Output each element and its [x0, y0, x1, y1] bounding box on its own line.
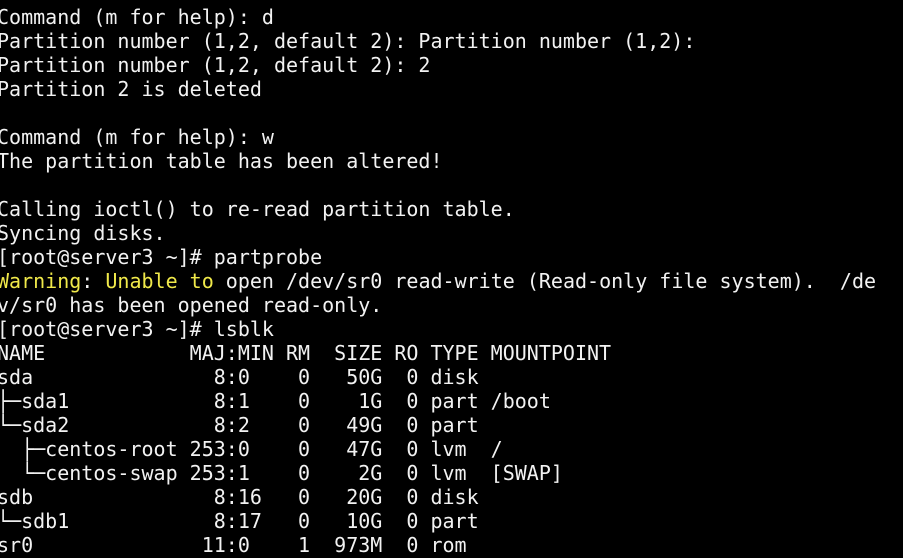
terminal-text: └─sda2 8:2 0 49G 0 part — [0, 413, 479, 437]
terminal-line: [root@server3 ~]# partprobe — [0, 245, 903, 269]
terminal-line: Command (m for help): w — [0, 125, 903, 149]
terminal-line: sr0 11:0 1 973M 0 rom — [0, 533, 903, 557]
terminal-text: [root@server3 ~]# partprobe — [0, 245, 323, 269]
terminal-text: Partition number (1,2, default 2): 2 — [0, 53, 431, 77]
terminal-text: sdb 8:16 0 20G 0 disk — [0, 485, 479, 509]
terminal-text: └─sdb1 8:17 0 10G 0 part — [0, 509, 479, 533]
terminal-text: Command (m for help): w — [0, 125, 274, 149]
terminal-text: Command (m for help): d — [0, 5, 274, 29]
terminal-text: ├─centos-root 253:0 0 47G 0 lvm / — [0, 437, 503, 461]
terminal-line: Partition number (1,2, default 2): 2 — [0, 53, 903, 77]
terminal-line: NAME MAJ:MIN RM SIZE RO TYPE MOUNTPOINT — [0, 341, 903, 365]
terminal-line: [root@server3 ~]# lsblk — [0, 317, 903, 341]
terminal-line: Syncing disks. — [0, 221, 903, 245]
terminal-line: └─sda2 8:2 0 49G 0 part — [0, 413, 903, 437]
warning-text: Unable to — [105, 269, 214, 293]
terminal-line: Warning: Unable to open /dev/sr0 read-wr… — [0, 269, 903, 293]
terminal-line: Calling ioctl() to re-read partition tab… — [0, 197, 903, 221]
terminal-line: sdb 8:16 0 20G 0 disk — [0, 485, 903, 509]
terminal-line: v/sr0 has been opened read-only. — [0, 293, 903, 317]
terminal-line: Partition number (1,2, default 2): Parti… — [0, 29, 903, 53]
terminal-text: ├─sda1 8:1 0 1G 0 part /boot — [0, 389, 551, 413]
terminal-line: sda 8:0 0 50G 0 disk — [0, 365, 903, 389]
terminal-line: ├─sda1 8:1 0 1G 0 part /boot — [0, 389, 903, 413]
terminal-text: The partition table has been altered! — [0, 149, 443, 173]
warning-text: Warning — [0, 269, 82, 293]
terminal-text: Syncing disks. — [0, 221, 166, 245]
terminal-text: Partition number (1,2, default 2): Parti… — [0, 29, 696, 53]
terminal-text: Partition 2 is deleted — [0, 77, 262, 101]
terminal-text: v/sr0 has been opened read-only. — [0, 293, 383, 317]
terminal-text: [root@server3 ~]# lsblk — [0, 317, 274, 341]
terminal-text: NAME MAJ:MIN RM SIZE RO TYPE MOUNTPOINT — [0, 341, 612, 365]
terminal-text: : — [81, 269, 106, 293]
terminal-text: sda 8:0 0 50G 0 disk — [0, 365, 479, 389]
terminal-line: The partition table has been altered! — [0, 149, 903, 173]
terminal-line: ├─centos-root 253:0 0 47G 0 lvm / — [0, 437, 903, 461]
terminal-line: Command (m for help): d — [0, 5, 903, 29]
terminal-text: Calling ioctl() to re-read partition tab… — [0, 197, 515, 221]
terminal-line: Partition 2 is deleted — [0, 77, 903, 101]
terminal-text: sr0 11:0 1 973M 0 rom — [0, 533, 467, 557]
terminal-text: open /dev/sr0 read-write (Read-only file… — [213, 269, 877, 293]
terminal-line: └─centos-swap 253:1 0 2G 0 lvm [SWAP] — [0, 461, 903, 485]
terminal-text: └─centos-swap 253:1 0 2G 0 lvm [SWAP] — [0, 461, 563, 485]
terminal-window[interactable]: Command (m for help): d Partition number … — [0, 5, 903, 558]
terminal-line: └─sdb1 8:17 0 10G 0 part — [0, 509, 903, 533]
